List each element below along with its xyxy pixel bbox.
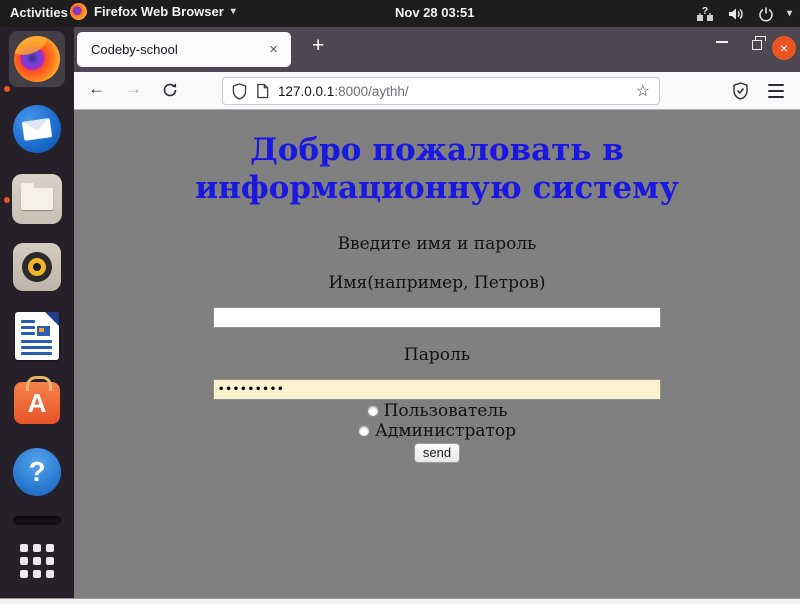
libreoffice-writer-icon [15,312,59,360]
tab-title: Codeby-school [91,42,265,57]
new-tab-button[interactable]: + [304,34,332,58]
page-info-icon[interactable] [256,83,269,99]
network-status-icon: ? [696,6,714,22]
radio-user[interactable] [367,405,379,417]
radio-admin[interactable] [358,425,370,437]
screen-bottom-edge [0,598,800,604]
url-text[interactable]: 127.0.0.1:8000/aythh/ [278,84,627,99]
url-path: :8000/aythh/ [334,84,408,99]
running-indicator [4,197,10,203]
url-bar[interactable]: 127.0.0.1:8000/aythh/ ☆ [222,77,660,105]
firefox-icon [70,3,87,20]
password-input[interactable] [213,379,661,400]
volume-icon [727,6,745,22]
app-menu-label: Firefox Web Browser [94,4,224,19]
tab-bar: Codeby-school × + × [74,27,800,72]
protections-shield-icon[interactable] [732,82,749,100]
name-input[interactable] [213,307,661,328]
dock-item-thunderbird[interactable] [13,105,61,153]
dock-item-libreoffice-writer[interactable] [15,312,59,360]
help-icon: ? [13,448,61,496]
running-indicator [4,86,10,92]
send-button[interactable]: send [414,443,460,463]
tab-close-icon[interactable]: × [265,40,282,59]
firefox-icon [14,36,60,82]
role-option-admin[interactable]: Администратор [74,421,800,440]
app-grid-icon [17,541,57,581]
forward-button[interactable]: → [125,79,142,99]
dock-item-rhythmbox[interactable] [13,243,61,291]
bookmark-star-icon[interactable]: ☆ [636,81,650,101]
ubuntu-software-icon: A [14,382,60,424]
dock: A ? [0,27,74,598]
dock-item-help[interactable]: ? [13,448,61,496]
page-title: Добро пожаловать в информационную систем… [167,131,707,207]
hamburger-menu-icon[interactable] [768,84,784,98]
clock[interactable]: Nov 28 03:51 [395,5,475,20]
files-icon [12,174,62,224]
dock-item-app-grid[interactable] [17,541,57,581]
radio-user-label: Пользователь [384,401,508,421]
radio-admin-label: Администратор [375,421,516,441]
back-button[interactable]: ← [88,79,105,99]
intro-text: Введите имя и пароль [74,234,800,254]
shield-permissions-icon[interactable] [232,83,247,100]
role-option-user[interactable]: Пользователь [74,401,800,420]
thunderbird-icon [13,105,61,153]
tab-codeby-school[interactable]: Codeby-school × [77,32,291,67]
dock-item-files[interactable] [12,174,62,224]
password-label: Пароль [74,345,800,365]
system-tray[interactable]: ? ▾ [696,0,792,27]
dock-item-firefox[interactable] [9,31,65,87]
activities-button[interactable]: Activities [10,5,68,20]
reload-button[interactable] [162,82,178,98]
dock-item-ubuntu-software[interactable]: A [14,377,60,424]
maximize-button[interactable] [752,40,762,50]
dock-divider [13,516,61,525]
top-panel: Activities Firefox Web Browser ▾ Nov 28 … [0,0,800,27]
navigation-toolbar: ← → 127.0.0.1:8000/aythh/ ☆ [74,72,800,110]
url-host: 127.0.0.1 [278,84,334,99]
rhythmbox-icon [13,243,61,291]
page-content: Добро пожаловать в информационную систем… [74,110,800,597]
chevron-down-icon: ▾ [787,8,792,19]
close-button[interactable]: × [772,36,796,60]
power-icon [758,6,774,22]
chevron-down-icon: ▾ [231,6,236,17]
browser-window: Codeby-school × + × ← → 127.0.0.1:8000/a… [74,27,800,598]
minimize-button[interactable] [716,41,728,43]
name-label: Имя(например, Петров) [74,273,800,293]
app-menu[interactable]: Firefox Web Browser ▾ [70,3,236,20]
